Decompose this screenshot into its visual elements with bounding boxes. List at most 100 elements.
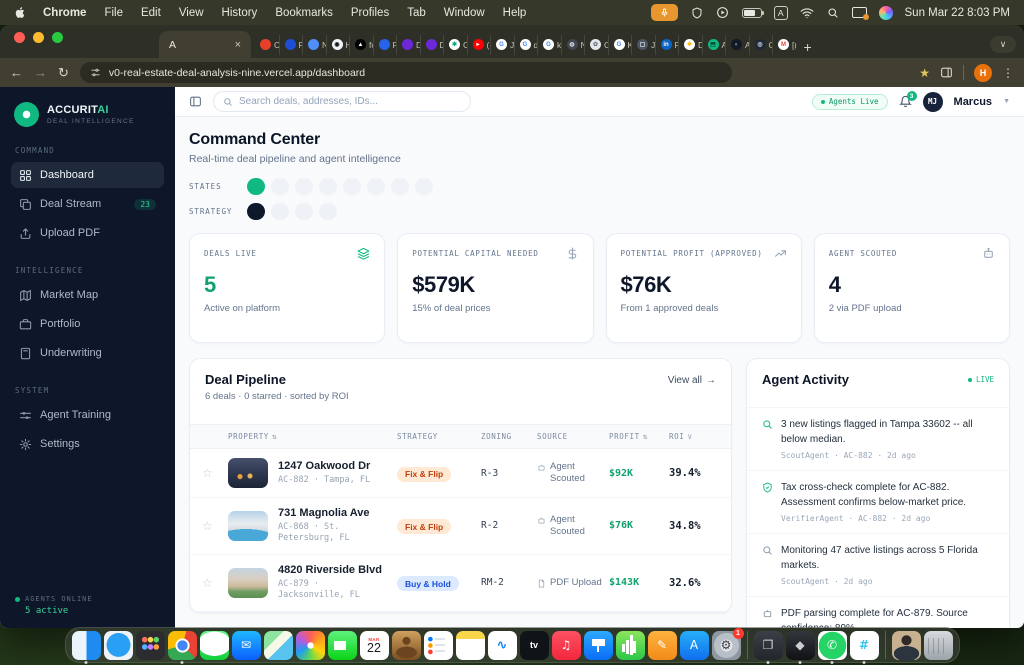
- column-profit[interactable]: PROFIT ⇅: [609, 432, 669, 441]
- browser-tab[interactable]: G J: [490, 34, 514, 55]
- menubar-item[interactable]: History: [222, 7, 258, 19]
- sidebar-item-portfolio[interactable]: Portfolio: [11, 311, 164, 337]
- menubar-item[interactable]: View: [179, 7, 204, 19]
- bookmark-star-icon[interactable]: ★: [919, 66, 930, 80]
- column-strategy[interactable]: STRATEGY: [397, 432, 481, 441]
- sidebar-item-settings[interactable]: Settings: [11, 431, 164, 457]
- dock-contacts[interactable]: [391, 630, 421, 660]
- playback-icon[interactable]: [716, 6, 730, 20]
- dock-whatsapp[interactable]: ✆: [817, 630, 847, 660]
- sidebar-toggle-icon[interactable]: [189, 95, 202, 108]
- browser-tab[interactable]: in F: [654, 34, 678, 55]
- dock-chrome[interactable]: [167, 630, 197, 660]
- vpn-shield-icon[interactable]: [690, 6, 704, 20]
- browser-tab[interactable]: ▸ (: [466, 34, 491, 55]
- star-icon[interactable]: ☆: [202, 519, 228, 533]
- state-filter-chip[interactable]: [247, 178, 265, 195]
- search-box[interactable]: [213, 91, 471, 112]
- menubar-item[interactable]: Chrome: [43, 7, 86, 19]
- browser-tab[interactable]: ▲ fc: [349, 34, 373, 55]
- browser-menu-icon[interactable]: ⋮: [1002, 66, 1014, 80]
- battery-icon[interactable]: [741, 7, 764, 18]
- dock-safari[interactable]: [103, 630, 133, 660]
- browser-tab[interactable]: ✱ C: [443, 34, 467, 55]
- address-bar[interactable]: v0-real-estate-deal-analysis-nine.vercel…: [79, 62, 732, 83]
- zoom-window-button[interactable]: [52, 31, 63, 43]
- browser-tab[interactable]: ◍ N: [560, 34, 584, 55]
- dock-maps[interactable]: [263, 630, 293, 660]
- search-input[interactable]: [239, 96, 461, 107]
- star-icon[interactable]: ☆: [202, 576, 228, 590]
- browser-tab[interactable]: ◎ C: [748, 34, 772, 55]
- menubar-item[interactable]: Window: [444, 7, 485, 19]
- apple-menu-icon[interactable]: [14, 6, 27, 19]
- menubar-item[interactable]: Help: [503, 7, 527, 19]
- strategy-filter-chip[interactable]: [247, 203, 265, 220]
- browser-tab[interactable]: ⬒ A: [701, 34, 725, 55]
- sidebar-item-upload-pdf[interactable]: Upload PDF: [11, 220, 164, 246]
- input-language-badge[interactable]: A: [773, 5, 788, 20]
- state-filter-chip[interactable]: [415, 178, 433, 195]
- dock-appletv[interactable]: tv: [519, 630, 549, 660]
- reload-button[interactable]: ↻: [58, 66, 69, 79]
- dock-mail[interactable]: ✉: [231, 630, 261, 660]
- dock-slack[interactable]: #: [849, 630, 879, 660]
- dock-finder[interactable]: [71, 630, 101, 660]
- mic-recording-indicator[interactable]: [650, 4, 678, 21]
- sidebar-item-underwriting[interactable]: Underwriting: [11, 340, 164, 366]
- column-zoning[interactable]: ZONING: [481, 432, 537, 441]
- state-filter-chip[interactable]: [391, 178, 409, 195]
- dock-calendar[interactable]: MAR 22: [359, 630, 389, 660]
- dock-facetime[interactable]: [327, 630, 357, 660]
- back-button[interactable]: ←: [10, 66, 23, 79]
- browser-tab[interactable]: F: [278, 34, 302, 55]
- dock-messages[interactable]: [199, 630, 229, 660]
- browser-tab[interactable]: ◐ A: [725, 34, 749, 55]
- table-row[interactable]: ☆ 1247 Oakwood Dr AC-882 · Tampa, FL Fix…: [190, 449, 731, 498]
- dock-keynote[interactable]: [583, 630, 613, 660]
- strategy-filter-chip[interactable]: [271, 203, 289, 220]
- browser-tab[interactable]: M [(: [772, 34, 796, 55]
- state-filter-chip[interactable]: [319, 178, 337, 195]
- browser-tab[interactable]: D: [419, 34, 443, 55]
- dock-launchpad[interactable]: [135, 630, 165, 660]
- minimize-window-button[interactable]: [33, 31, 44, 43]
- sidebar-item-deal-stream[interactable]: Deal Stream 23: [11, 191, 164, 217]
- activity-item[interactable]: Tax cross-check complete for AC-882. Ass…: [747, 470, 1009, 533]
- activity-item[interactable]: PDF parsing complete for AC-879. Source …: [747, 596, 1009, 628]
- dock-freeform[interactable]: ∿: [487, 630, 517, 660]
- state-filter-chip[interactable]: [367, 178, 385, 195]
- sidebar-item-dashboard[interactable]: Dashboard: [11, 162, 164, 188]
- user-avatar[interactable]: MJ: [922, 91, 943, 112]
- dock-cube[interactable]: ◆: [785, 630, 815, 660]
- menubar-clock[interactable]: Sun Mar 22 8:03 PM: [905, 7, 1010, 19]
- siri-icon[interactable]: [878, 5, 893, 20]
- table-row[interactable]: ☆ 731 Magnolia Ave AC-868 · St. Petersbu…: [190, 498, 731, 555]
- browser-tab[interactable]: ◉ H: [325, 34, 349, 55]
- dock-notes[interactable]: [455, 630, 485, 660]
- state-filter-chip[interactable]: [343, 178, 361, 195]
- column-source[interactable]: SOURCE: [537, 432, 609, 441]
- browser-tab[interactable]: ▢ J: [631, 34, 655, 55]
- user-name[interactable]: Marcus: [954, 96, 993, 108]
- strategy-filter-chip[interactable]: [295, 203, 313, 220]
- column-property[interactable]: PROPERTY ⇅: [228, 432, 397, 441]
- dock-userphoto[interactable]: [891, 630, 921, 660]
- wifi-icon[interactable]: [800, 6, 814, 20]
- browser-tab[interactable]: D: [396, 34, 420, 55]
- dock-photos[interactable]: [295, 630, 325, 660]
- browser-tab[interactable]: G k: [537, 34, 561, 55]
- dock-music[interactable]: ♫: [551, 630, 581, 660]
- side-panel-icon[interactable]: [940, 66, 953, 79]
- activity-item[interactable]: Monitoring 47 active listings across 5 F…: [747, 533, 1009, 596]
- agents-live-pill[interactable]: Agents Live: [811, 93, 888, 110]
- dock-screenshare[interactable]: ❐: [753, 630, 783, 660]
- forward-button[interactable]: →: [34, 66, 47, 79]
- close-window-button[interactable]: [14, 31, 25, 43]
- browser-tab[interactable]: N: [302, 34, 326, 55]
- close-tab-icon[interactable]: ×: [235, 39, 241, 51]
- brand[interactable]: ACCURITAI DEAL INTELLIGENCE: [11, 100, 164, 129]
- browser-tab[interactable]: C: [255, 35, 279, 55]
- dock-trash[interactable]: [923, 630, 953, 660]
- strategy-filter-chip[interactable]: [319, 203, 337, 220]
